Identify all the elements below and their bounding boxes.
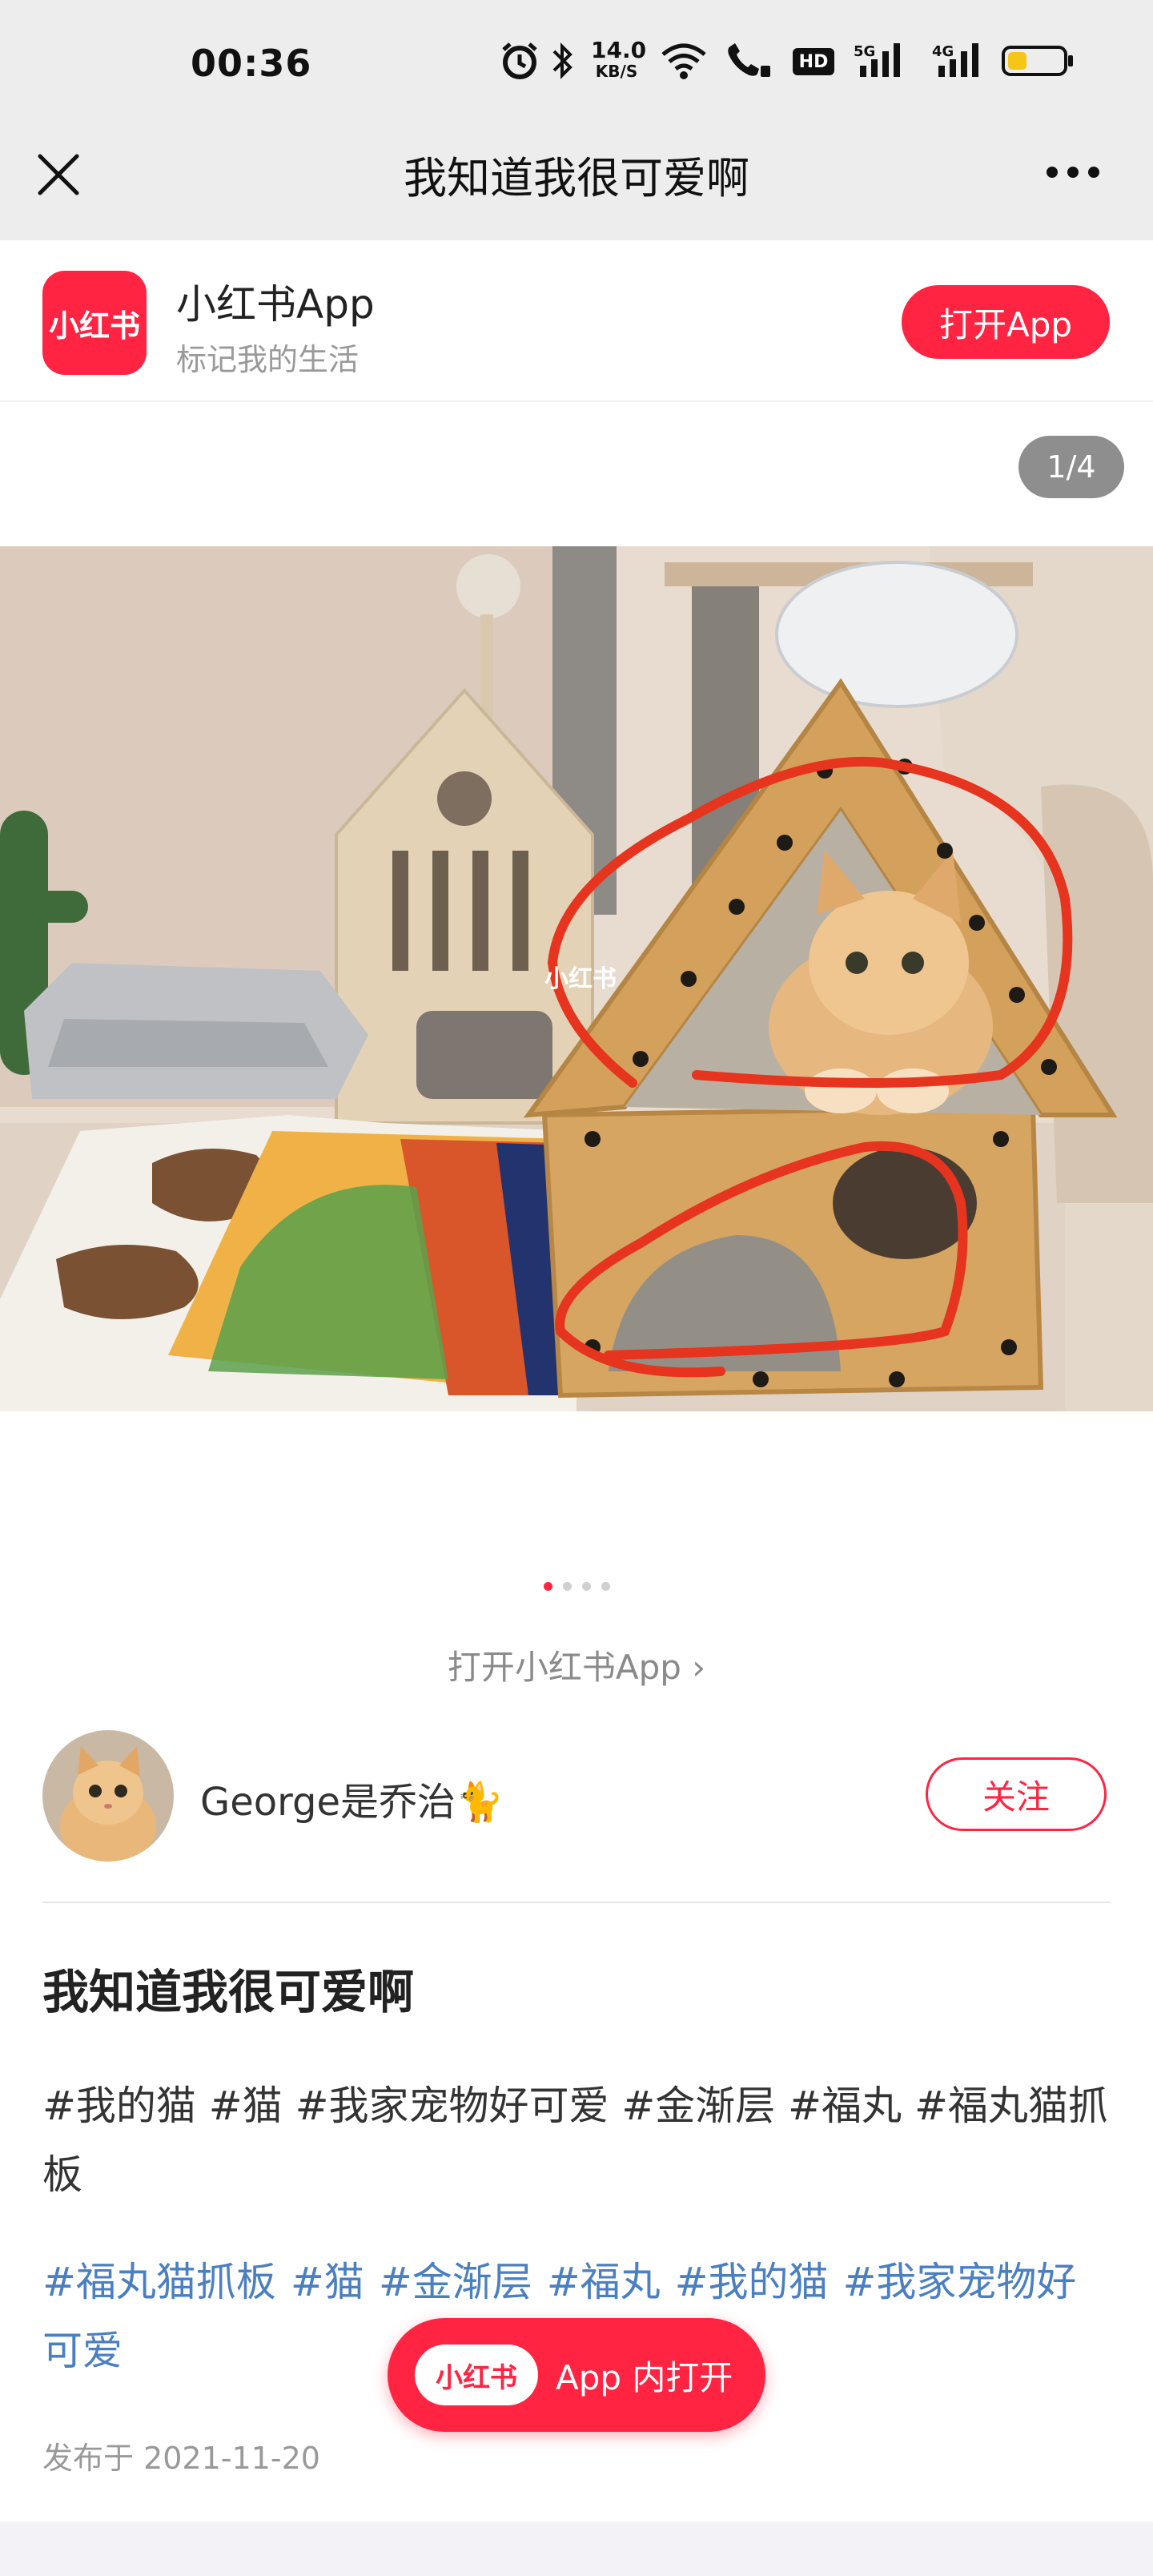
bluetooth-icon — [552, 42, 572, 79]
more-icon[interactable] — [1041, 152, 1105, 192]
app-name: 小红书App — [176, 281, 375, 328]
app-logo: 小红书 — [42, 271, 147, 375]
post-date: 发布于 2021-11-20 — [42, 2441, 320, 2476]
carousel-dot[interactable] — [582, 1582, 591, 1591]
avatar[interactable] — [42, 1730, 174, 1862]
signal-bars-icon — [860, 43, 900, 77]
avatar-image — [42, 1730, 174, 1862]
open-app-button[interactable]: 打开App — [902, 285, 1110, 359]
divider — [42, 1902, 1111, 1903]
wifi-icon — [661, 43, 706, 79]
hashtag-link[interactable]: #猫 — [291, 2259, 364, 2305]
open-in-app-button[interactable]: 小红书 App 内打开 — [388, 2318, 765, 2432]
hashtag-link[interactable]: #福丸 — [547, 2259, 661, 2305]
carousel-dot[interactable] — [601, 1582, 610, 1591]
post-title: 我知道我很可爱啊 — [42, 1965, 415, 2019]
hashtag-link[interactable]: #金渐层 — [379, 2259, 532, 2305]
net-speed-unit: KB/S — [595, 62, 638, 81]
image-counter: 1/4 — [1018, 436, 1124, 498]
follow-button[interactable]: 关注 — [926, 1757, 1107, 1831]
net-speed: 14.0 KB/S — [591, 37, 647, 82]
cat-house-photo: 小红书 — [0, 546, 1153, 1411]
post-photo[interactable]: 小红书 — [0, 546, 1153, 1411]
carousel-dot[interactable] — [563, 1582, 572, 1591]
signal-bars-icon-2 — [938, 43, 978, 77]
status-time: 00:36 — [191, 42, 312, 85]
open-in-app-label: App 内打开 — [556, 2357, 733, 2397]
app-slogan: 标记我的生活 — [176, 342, 360, 377]
bottom-strip — [0, 2522, 1153, 2576]
battery-icon — [1002, 46, 1073, 76]
hd-badge: HD — [793, 48, 834, 75]
page-title: 我知道我很可爱啊 — [404, 153, 749, 203]
hashtag-link[interactable]: #我的猫 — [675, 2259, 829, 2305]
open-xhs-app-link[interactable]: 打开小红书App › — [0, 1640, 1153, 1689]
photo-watermark: 小红书 — [544, 965, 617, 993]
post-body: #我的猫 #猫 #我家宠物好可爱 #金渐层 #福丸 #福丸猫抓板 — [42, 2083, 1108, 2198]
author-name[interactable]: George是乔治🐈 — [200, 1770, 504, 1826]
alarm-icon — [502, 42, 537, 79]
net-speed-value: 14.0 — [591, 37, 647, 63]
wifi-call-icon — [728, 43, 770, 77]
float-app-logo: 小红书 — [415, 2345, 538, 2405]
hashtag-link[interactable]: #福丸猫抓板 — [42, 2259, 276, 2305]
carousel-dot[interactable] — [544, 1582, 552, 1591]
